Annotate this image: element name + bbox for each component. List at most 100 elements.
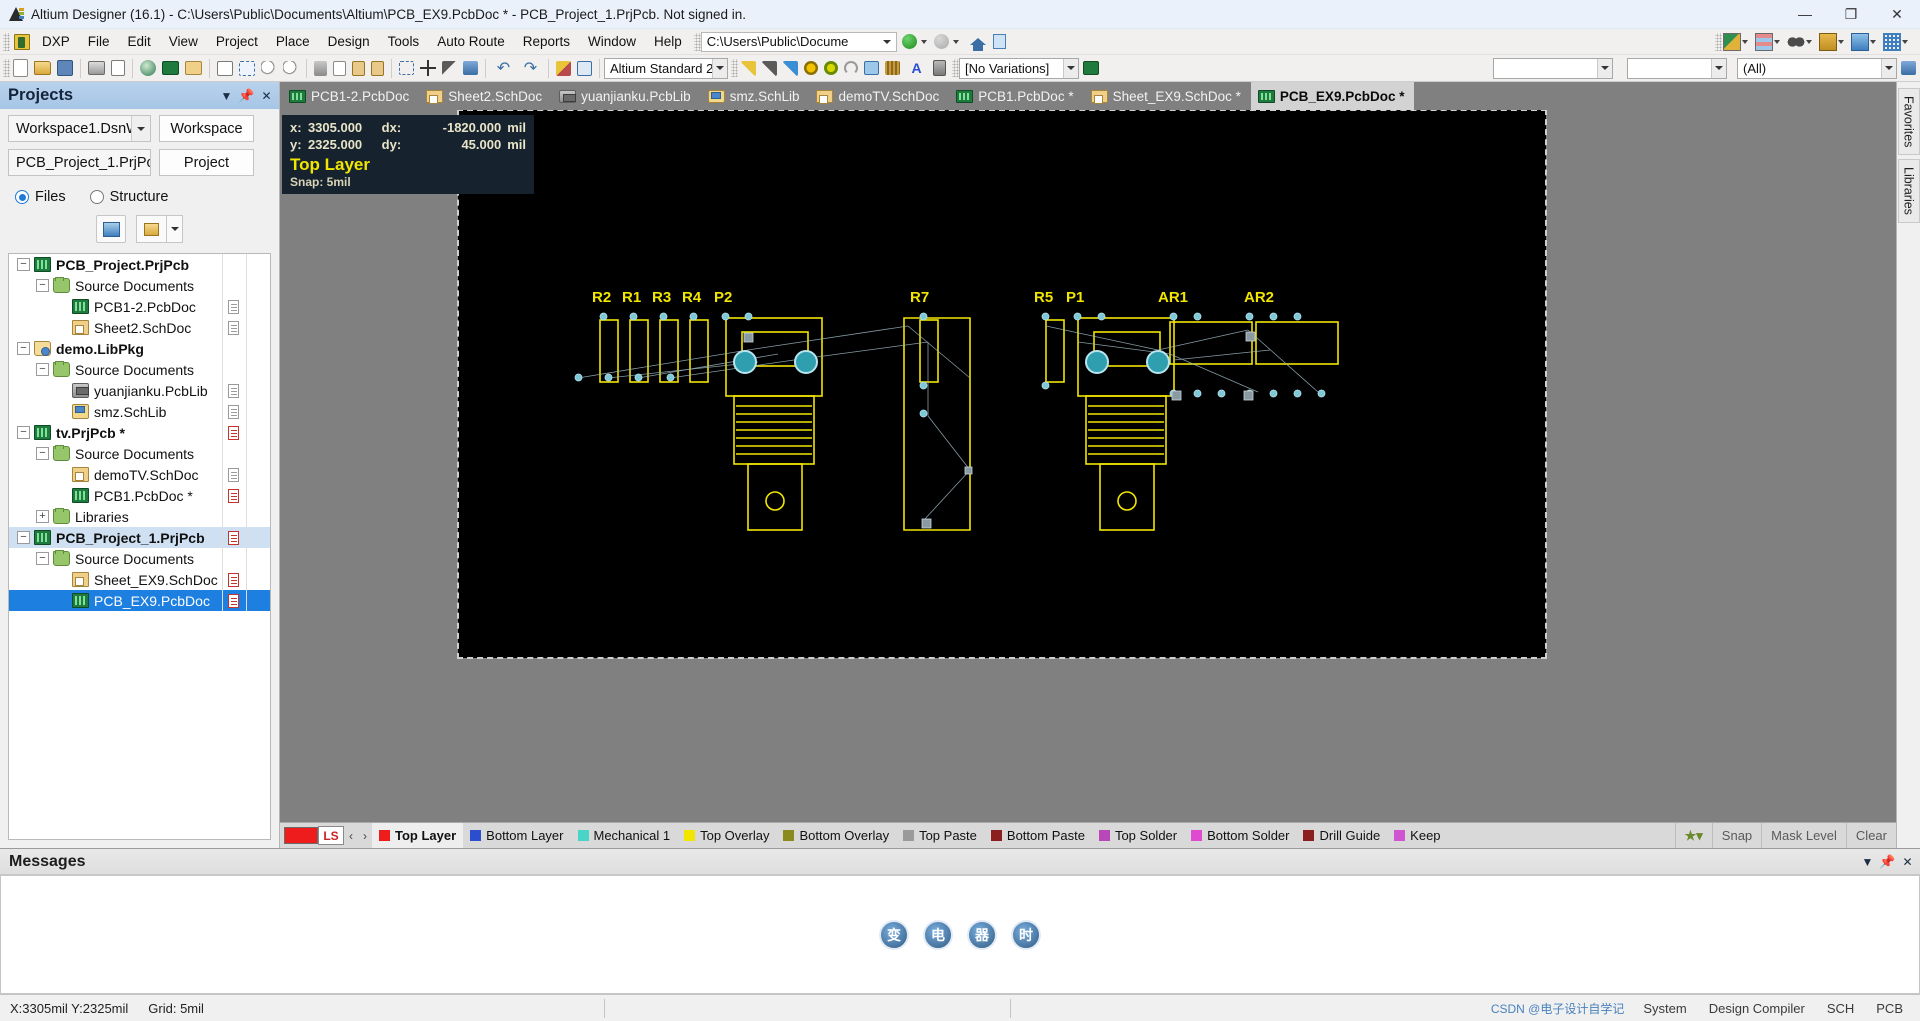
layer-color-palette[interactable]	[284, 827, 318, 844]
tree-item[interactable]: − PCB_Project_1.PrjPcb	[9, 527, 270, 548]
layer-tab[interactable]: Bottom Layer	[463, 823, 570, 848]
place-track-icon[interactable]	[762, 60, 777, 76]
filter-all-chevron-down-icon[interactable]	[1881, 58, 1896, 78]
menubar-grip[interactable]	[3, 32, 10, 51]
navigate-back-icon[interactable]	[901, 33, 919, 51]
tree-item[interactable]: − PCB_Project.PrjPcb	[9, 254, 270, 275]
tree-collapse-icon[interactable]: −	[36, 363, 49, 376]
document-tab[interactable]: demoTV.SchDoc	[809, 82, 949, 110]
layer-tab[interactable]: Keep	[1387, 823, 1447, 848]
layer-tab[interactable]: Mechanical 1	[571, 823, 678, 848]
document-tab[interactable]: Sheet_EX9.SchDoc *	[1084, 82, 1251, 110]
snap-button[interactable]: Snap	[1711, 823, 1761, 848]
address-bar[interactable]: C:\Users\Public\Docume	[700, 31, 897, 52]
highlight-pen-icon[interactable]	[556, 60, 571, 76]
pcb-board-area[interactable]: R2 R1 R3 R4 P2 R7 R5 P1 AR1 AR2	[457, 110, 1547, 659]
tree-item[interactable]: − demo.LibPkg	[9, 338, 270, 359]
cut-icon[interactable]	[314, 60, 327, 76]
layer-stack-dropdown-icon[interactable]	[1774, 39, 1780, 44]
tree-expand-icon[interactable]: +	[36, 510, 49, 523]
tree-collapse-icon[interactable]: −	[36, 447, 49, 460]
grid-icon[interactable]	[1883, 32, 1901, 51]
tree-item[interactable]: − Source Documents	[9, 359, 270, 380]
ruler-icon[interactable]	[1819, 32, 1837, 51]
radio-files[interactable]: Files	[15, 189, 66, 205]
menu-edit[interactable]: Edit	[119, 31, 160, 52]
menu-place[interactable]: Place	[267, 31, 319, 52]
home-icon[interactable]	[969, 33, 987, 51]
layer-tab[interactable]: Bottom Paste	[984, 823, 1092, 848]
tree-item[interactable]: Sheet2.SchDoc	[9, 317, 270, 338]
layer-scroll-prev-icon[interactable]: ‹	[344, 829, 358, 843]
tree-item[interactable]: PCB1-2.PcbDoc	[9, 296, 270, 317]
tree-item[interactable]: − Source Documents	[9, 443, 270, 464]
messages-close-icon[interactable]: ✕	[1899, 853, 1916, 870]
place-polygon-icon[interactable]	[885, 61, 900, 75]
workspace-combo[interactable]: Workspace1.DsnW	[8, 115, 151, 142]
layer-tab[interactable]: Top Solder	[1092, 823, 1184, 848]
path-toolbar-grip[interactable]	[693, 32, 701, 51]
status-sch-button[interactable]: SCH	[1816, 998, 1865, 1019]
bom-report-icon[interactable]	[1083, 61, 1099, 75]
messages-list[interactable]: 变 电 器 时	[0, 875, 1920, 994]
binoculars-icon[interactable]	[1787, 32, 1805, 51]
document-tab-bar[interactable]: PCB1-2.PcbDoc Sheet2.SchDoc yuanjianku.Pcb…	[280, 82, 1896, 110]
tree-item[interactable]: demoTV.SchDoc	[9, 464, 270, 485]
refresh-icon[interactable]	[991, 33, 1009, 51]
sch-document-icon[interactable]	[185, 61, 202, 75]
view-3d-icon[interactable]	[140, 60, 156, 76]
tree-item[interactable]: + Libraries	[9, 506, 270, 527]
menu-reports[interactable]: Reports	[514, 31, 579, 52]
document-tab[interactable]: Sheet2.SchDoc	[419, 82, 552, 110]
right-toolbar-grip[interactable]	[1715, 32, 1722, 51]
place-fill-icon[interactable]	[864, 61, 879, 75]
forward-dropdown-icon[interactable]	[952, 39, 959, 44]
search-scope-combo[interactable]	[1493, 57, 1613, 79]
ruler-dropdown-icon[interactable]	[1838, 39, 1844, 44]
tree-item[interactable]: − Source Documents	[9, 275, 270, 296]
project-tree[interactable]: − PCB_Project.PrjPcb − Source Documents PCB1…	[8, 253, 271, 840]
pcb-canvas[interactable]: R2 R1 R3 R4 P2 R7 R5 P1 AR1 AR2 x: 3305.…	[280, 110, 1896, 822]
navigate-forward-icon[interactable]	[933, 33, 951, 51]
toolbar-grip-2[interactable]	[731, 59, 738, 77]
style-combo[interactable]: Altium Standard 2	[604, 57, 728, 79]
menu-tools[interactable]: Tools	[379, 31, 429, 52]
filter-all-combo[interactable]: (All)	[1737, 57, 1897, 79]
status-pcb-button[interactable]: PCB	[1865, 998, 1914, 1019]
variation-combo[interactable]: [No Variations]	[959, 57, 1079, 79]
dock-tab-libraries[interactable]: Libraries	[1897, 159, 1920, 224]
menu-project[interactable]: Project	[207, 31, 267, 52]
print-icon[interactable]	[88, 61, 105, 75]
clear-filter-icon[interactable]	[463, 61, 478, 75]
place-via-icon[interactable]	[824, 61, 838, 75]
apply-filter-icon[interactable]	[1901, 61, 1916, 75]
workspace-chevron-down-icon[interactable]	[131, 116, 150, 141]
layer-sets-button[interactable]: LS	[318, 826, 344, 845]
back-dropdown-icon[interactable]	[920, 39, 927, 44]
document-tab[interactable]: PCB1-2.PcbDoc	[282, 82, 419, 110]
document-tab[interactable]: PCB_EX9.PcbDoc *	[1250, 82, 1415, 110]
save-icon[interactable]	[57, 60, 73, 76]
clear-button[interactable]: Clear	[1845, 823, 1896, 848]
draftsman-icon[interactable]	[1723, 32, 1741, 51]
menu-file[interactable]: File	[79, 31, 119, 52]
maximize-restore-button[interactable]: ❐	[1828, 0, 1874, 29]
menu-view[interactable]: View	[160, 31, 207, 52]
layer-stack-icon[interactable]	[1755, 32, 1773, 51]
filter-field-combo[interactable]	[1627, 57, 1727, 79]
undo-icon[interactable]: ↶	[493, 58, 514, 79]
paste-icon[interactable]	[352, 60, 365, 76]
menu-auto-route[interactable]: Auto Route	[428, 31, 514, 52]
close-button[interactable]: ✕	[1874, 0, 1920, 29]
cross-probe-icon[interactable]	[442, 60, 457, 76]
tree-item[interactable]: PCB_EX9.PcbDoc	[9, 590, 270, 611]
document-tab[interactable]: smz.SchLib	[701, 82, 810, 110]
polygon-pour-icon[interactable]	[1851, 32, 1869, 51]
tree-item[interactable]: − tv.PrjPcb *	[9, 422, 270, 443]
tree-item[interactable]: smz.SchLib	[9, 401, 270, 422]
pcb-document-icon[interactable]	[162, 61, 179, 75]
tree-item[interactable]: − Source Documents	[9, 548, 270, 569]
paste-special-icon[interactable]	[371, 60, 384, 76]
open-project-split-button[interactable]	[136, 215, 183, 243]
panel-pin-icon[interactable]: 📌	[238, 87, 255, 104]
